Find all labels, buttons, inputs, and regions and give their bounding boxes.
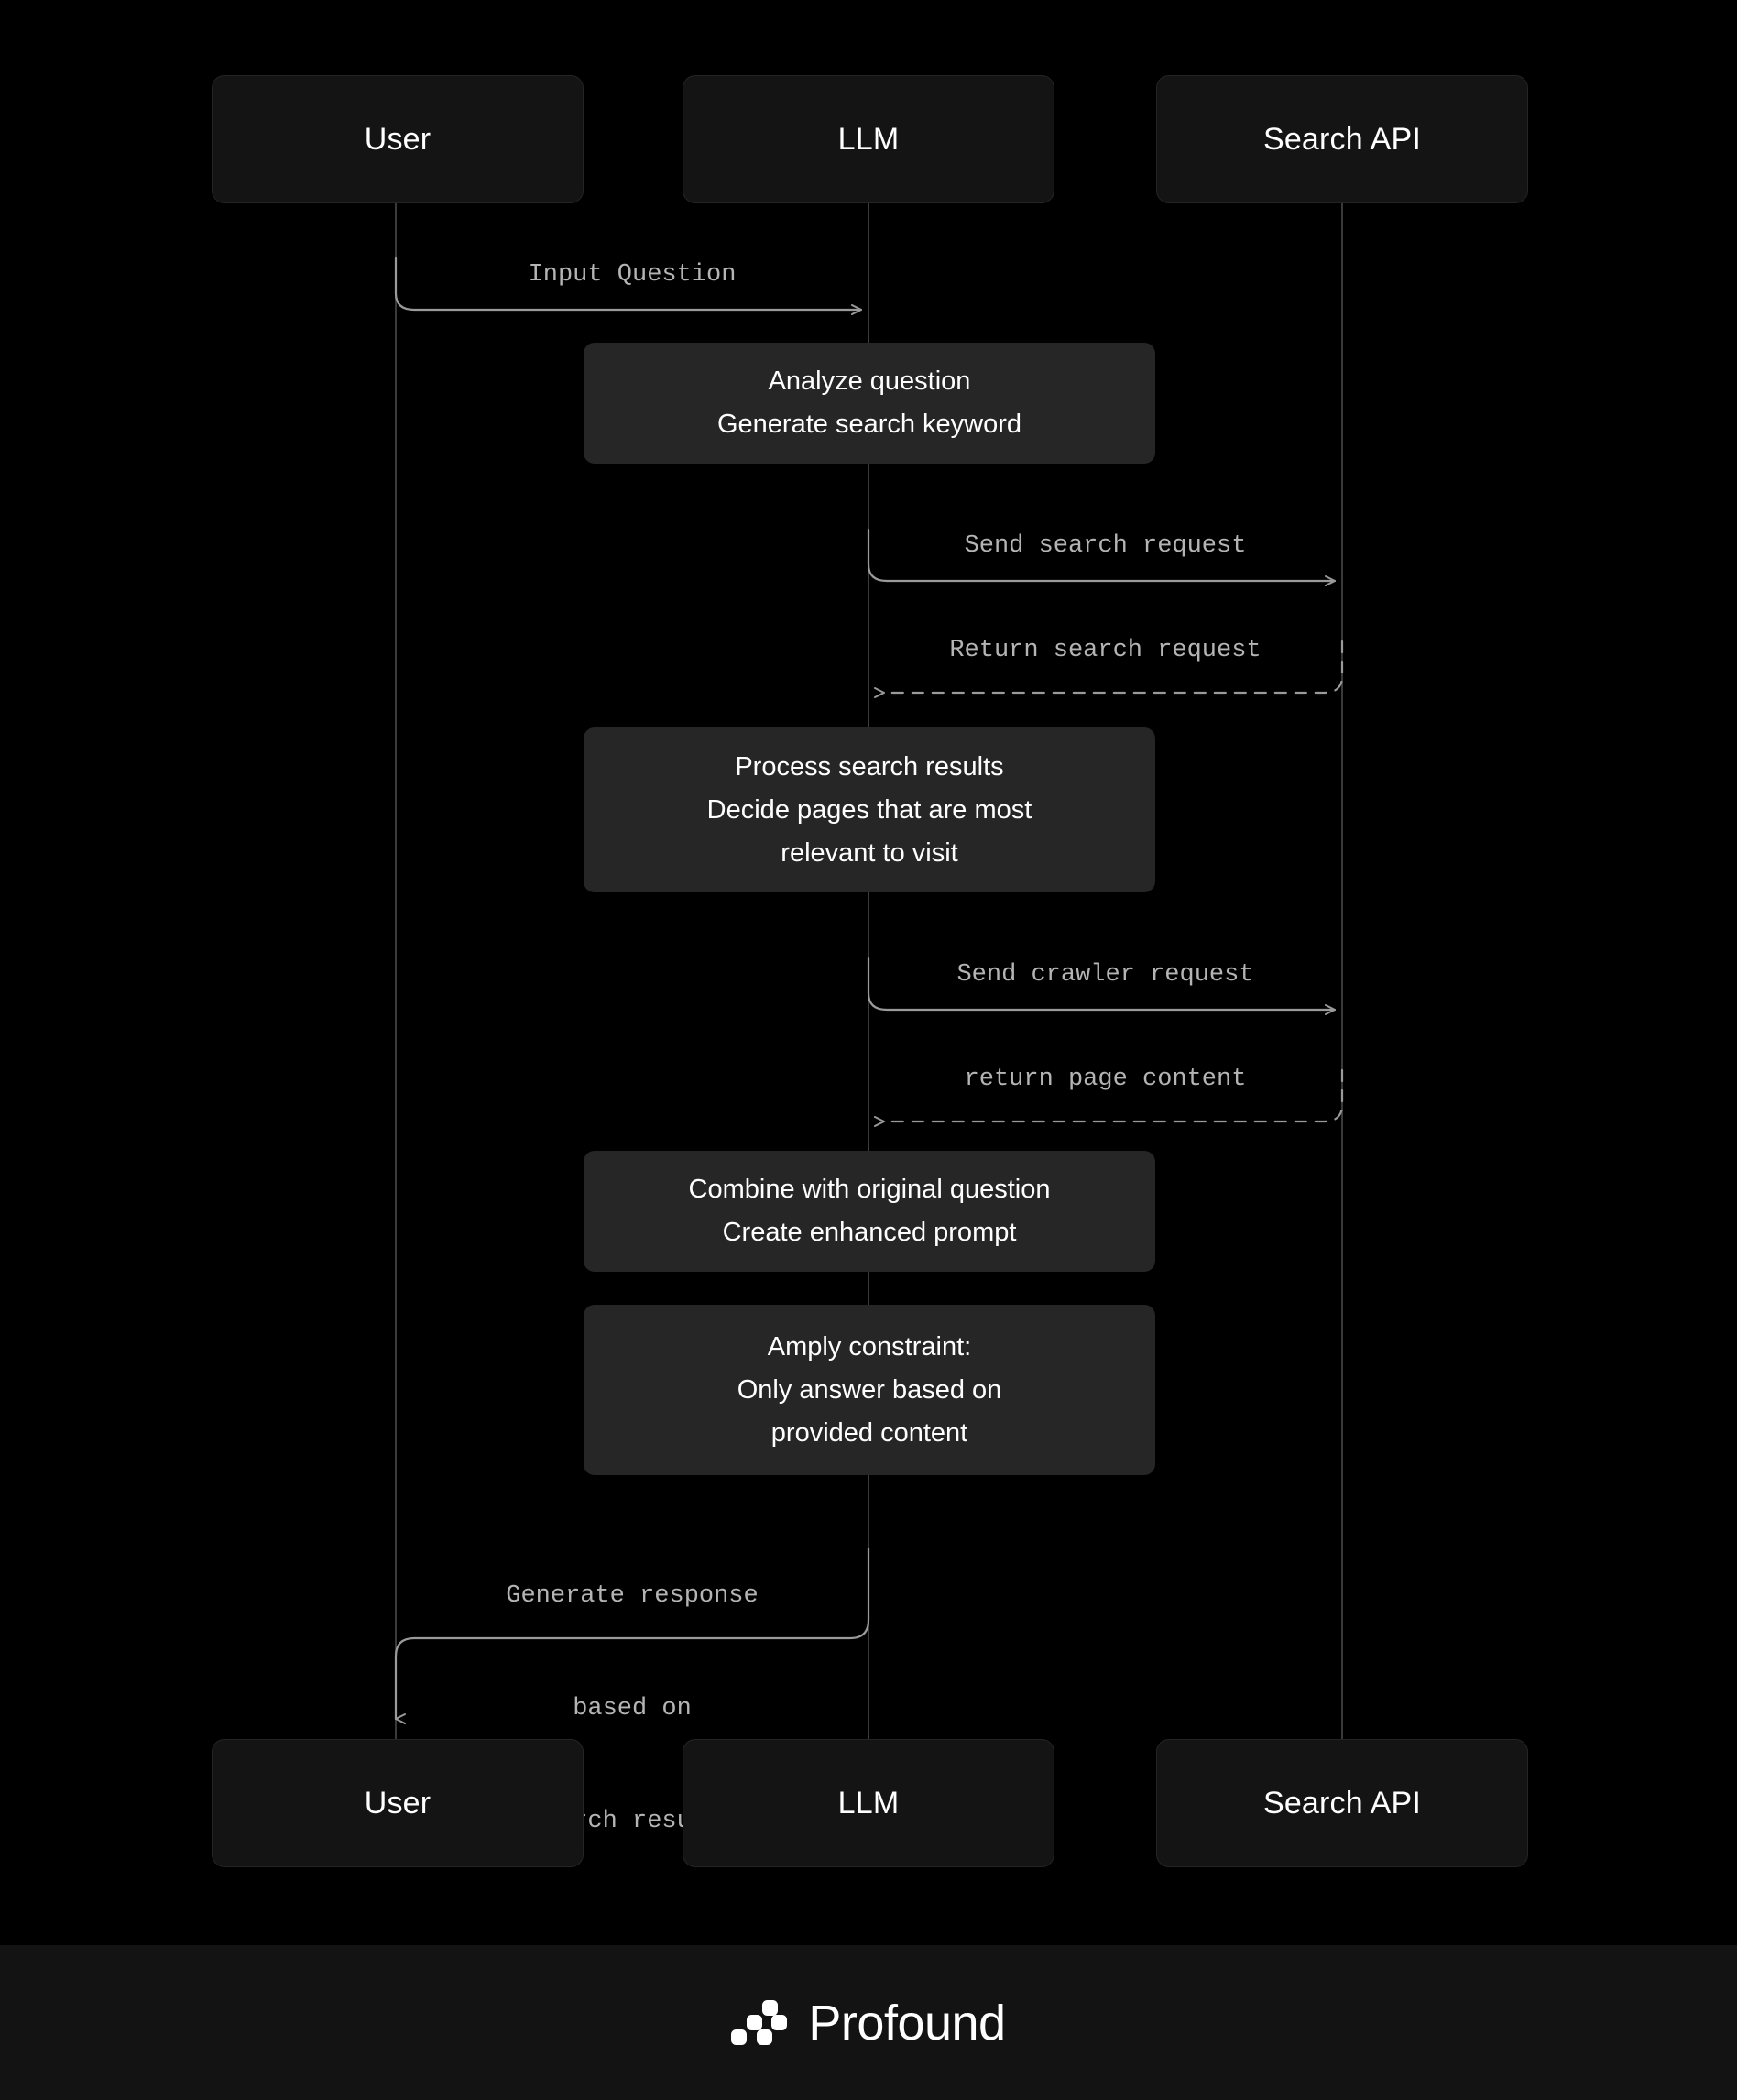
- participant-box-search-api-bottom[interactable]: Search API: [1156, 1739, 1528, 1867]
- participant-label-llm-bottom: LLM: [837, 1786, 900, 1821]
- note-combine-original-question: Combine with original question Create en…: [584, 1151, 1155, 1272]
- participant-label-search-api-bottom: Search API: [1262, 1786, 1422, 1821]
- brand-name: Profound: [808, 1995, 1006, 2051]
- note-combine-original-question-line-2: Create enhanced prompt: [722, 1218, 1017, 1247]
- message-label-send-crawler-request: Send crawler request: [956, 961, 1254, 989]
- note-amply-constraint-line-3: provided content: [770, 1417, 968, 1448]
- message-label-return-page-content: return page content: [964, 1066, 1247, 1093]
- note-process-search-results-line-2: Decide pages that are most: [706, 794, 1032, 825]
- note-amply-constraint: Amply constraint: Only answer based on p…: [584, 1305, 1155, 1475]
- message-label-generate-response-line-2: based on: [573, 1695, 692, 1723]
- participant-box-user-top[interactable]: User: [212, 75, 584, 203]
- participant-label-user-top: User: [364, 122, 432, 157]
- participant-label-user-bottom: User: [364, 1786, 432, 1821]
- profound-blocks-icon: [731, 1999, 788, 2045]
- note-combine-original-question-line-1: Combine with original question: [688, 1175, 1051, 1204]
- note-analyze-question: Analyze question Generate search keyword: [584, 343, 1155, 464]
- message-label-generate-response-line-1: Generate response: [506, 1582, 759, 1610]
- participant-label-llm-top: LLM: [837, 122, 900, 157]
- participant-box-user-bottom[interactable]: User: [212, 1739, 584, 1867]
- message-label-send-search-request: Send search request: [964, 532, 1247, 560]
- note-analyze-question-line-2: Generate search keyword: [716, 410, 1022, 439]
- participant-label-search-api-top: Search API: [1262, 122, 1422, 157]
- footer-bar: Profound: [0, 1945, 1737, 2100]
- note-amply-constraint-line-1: Amply constraint:: [767, 1331, 972, 1362]
- note-process-search-results-line-1: Process search results: [735, 751, 1004, 782]
- note-process-search-results-line-3: relevant to visit: [781, 837, 958, 868]
- participant-box-search-api-top[interactable]: Search API: [1156, 75, 1528, 203]
- screenshot-root: User LLM Search API Input Question Send …: [0, 0, 1737, 2100]
- sequence-diagram: User LLM Search API Input Question Send …: [0, 0, 1737, 1945]
- note-process-search-results: Process search results Decide pages that…: [584, 727, 1155, 892]
- message-label-return-search-request: Return search request: [949, 637, 1262, 664]
- message-label-input-question: Input Question: [528, 261, 737, 289]
- brand-lockup[interactable]: Profound: [731, 1995, 1006, 2051]
- participant-box-llm-bottom[interactable]: LLM: [683, 1739, 1054, 1867]
- participant-box-llm-top[interactable]: LLM: [683, 75, 1054, 203]
- note-analyze-question-line-1: Analyze question: [768, 366, 971, 396]
- note-amply-constraint-line-2: Only answer based on: [737, 1374, 1002, 1405]
